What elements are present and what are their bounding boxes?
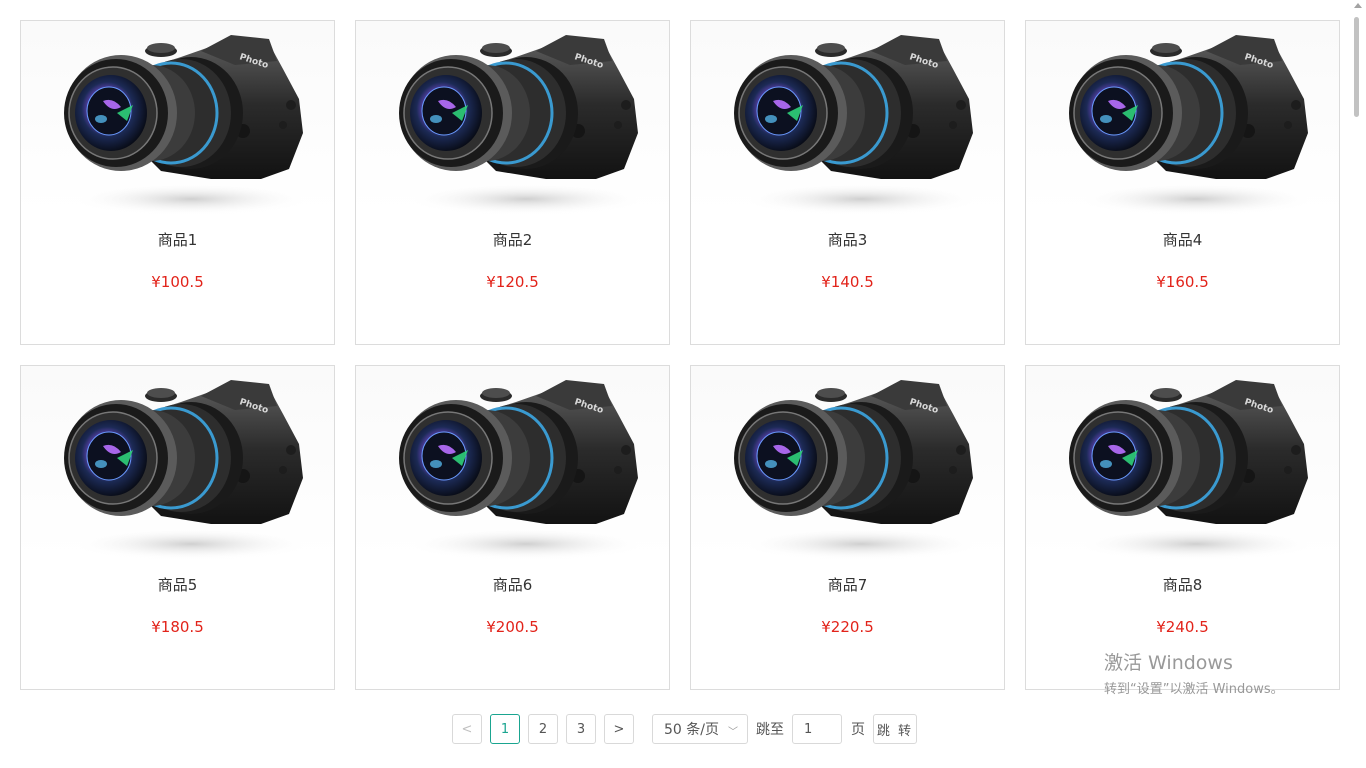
camera-icon: Photo	[356, 21, 669, 215]
page-unit-label: 页	[851, 722, 865, 738]
product-name: 商品4	[1162, 231, 1203, 249]
vertical-scrollbar[interactable]	[1349, 0, 1366, 768]
product-price: ¥140.5	[821, 273, 874, 291]
camera-icon: Photo	[1026, 366, 1339, 560]
camera-icon: Photo	[1026, 21, 1339, 215]
watermark-title: 激活 Windows	[1104, 652, 1233, 674]
jump-page-input[interactable]	[792, 714, 842, 744]
camera-icon: Photo	[691, 21, 1004, 215]
next-page-button[interactable]: >	[604, 714, 634, 744]
product-card[interactable]: Photo 商品8 ¥240.5	[1025, 365, 1340, 690]
product-card[interactable]: Photo 商品2 ¥120.5	[355, 20, 670, 345]
product-price: ¥200.5	[486, 618, 539, 636]
watermark-subtitle: 转到“设置”以激活 Windows。	[1104, 682, 1284, 697]
chevron-left-icon: <	[461, 721, 473, 737]
camera-icon: Photo	[21, 21, 334, 215]
product-name: 商品6	[492, 576, 533, 594]
camera-icon: Photo	[21, 366, 334, 560]
scrollbar-thumb[interactable]	[1354, 17, 1359, 117]
product-name: 商品7	[827, 576, 868, 594]
product-price: ¥120.5	[486, 273, 539, 291]
prev-page-button[interactable]: <	[452, 714, 482, 744]
product-card[interactable]: Photo 商品7 ¥220.5	[690, 365, 1005, 690]
product-card[interactable]: Photo 商品3 ¥140.5	[690, 20, 1005, 345]
product-name: 商品8	[1162, 576, 1203, 594]
page-button-3[interactable]: 3	[566, 714, 596, 744]
page-size-select[interactable]: 50 条/页 ﹀	[652, 714, 748, 744]
product-card[interactable]: Photo 商品5 ¥180.5	[20, 365, 335, 690]
page-button-2[interactable]: 2	[528, 714, 558, 744]
product-price: ¥160.5	[1156, 273, 1209, 291]
product-name: 商品3	[827, 231, 868, 249]
product-name: 商品5	[157, 576, 198, 594]
product-name: 商品1	[157, 231, 198, 249]
product-card[interactable]: Photo 商品6 ¥200.5	[355, 365, 670, 690]
windows-activation-watermark: 激活 Windows 转到“设置”以激活 Windows。	[1104, 648, 1284, 697]
product-price: ¥240.5	[1156, 618, 1209, 636]
chevron-right-icon: >	[613, 721, 625, 737]
product-name: 商品2	[492, 231, 533, 249]
product-grid: Photo 商品1 ¥100.5 Photo 商品2 ¥120.5 Photo …	[20, 20, 1340, 690]
jump-to-label: 跳至	[756, 722, 784, 738]
camera-icon: Photo	[691, 366, 1004, 560]
camera-icon: Photo	[356, 366, 669, 560]
product-price: ¥180.5	[151, 618, 204, 636]
page-button-1[interactable]: 1	[490, 714, 520, 744]
chevron-down-icon: ﹀	[728, 727, 738, 738]
scroll-up-arrow-icon[interactable]	[1354, 3, 1362, 8]
page-size-value: 50 条/页	[664, 722, 719, 738]
jump-button[interactable]: 跳 转	[873, 714, 917, 744]
product-price: ¥100.5	[151, 273, 204, 291]
product-card[interactable]: Photo 商品1 ¥100.5	[20, 20, 335, 345]
product-list-page: Photo 商品1 ¥100.5 Photo 商品2 ¥120.5 Photo …	[0, 0, 1366, 768]
pagination: < 1 2 3 > 50 条/页 ﹀ 跳至 页 跳 转	[452, 713, 917, 745]
product-price: ¥220.5	[821, 618, 874, 636]
product-card[interactable]: Photo 商品4 ¥160.5	[1025, 20, 1340, 345]
